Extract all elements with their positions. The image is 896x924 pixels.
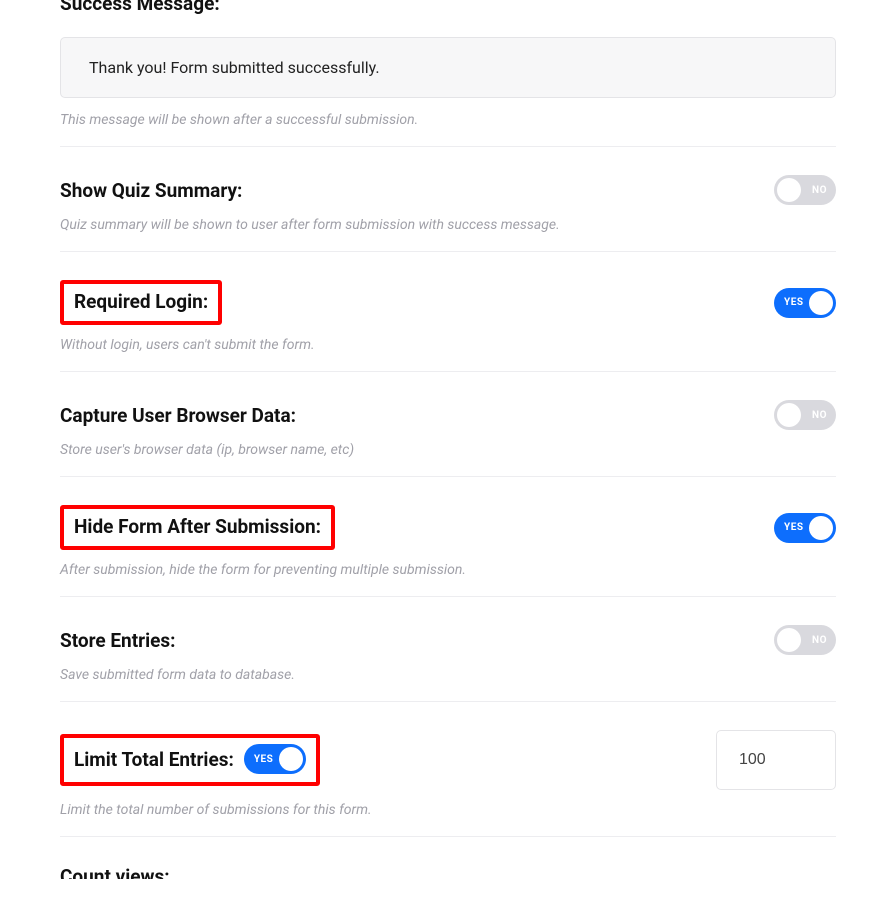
capture-browser-label: Capture User Browser Data: — [60, 404, 296, 427]
limit-entries-toggle[interactable]: YES — [244, 744, 306, 774]
toggle-knob — [809, 291, 833, 315]
required-login-row: Required Login: YES Without login, users… — [60, 252, 836, 372]
toggle-text: NO — [812, 635, 827, 646]
toggle-text: YES — [254, 754, 273, 765]
store-entries-help: Save submitted form data to database. — [60, 667, 836, 683]
toggle-knob — [777, 403, 801, 427]
limit-entries-help: Limit the total number of submissions fo… — [60, 802, 836, 818]
limit-entries-row: Limit Total Entries: YES Limit the total… — [60, 702, 836, 837]
quiz-summary-help: Quiz summary will be shown to user after… — [60, 217, 836, 233]
toggle-text: NO — [812, 185, 827, 196]
capture-browser-help: Store user's browser data (ip, browser n… — [60, 442, 836, 458]
capture-browser-toggle[interactable]: NO — [774, 400, 836, 430]
limit-entries-input[interactable] — [716, 730, 836, 790]
hide-form-highlight: Hide Form After Submission: — [60, 505, 335, 550]
toggle-text: NO — [812, 410, 827, 421]
limit-entries-highlight: Limit Total Entries: YES — [60, 734, 320, 786]
toggle-text: YES — [784, 522, 803, 533]
limit-entries-label: Limit Total Entries: — [74, 748, 234, 771]
toggle-knob — [279, 747, 303, 771]
divider — [60, 836, 836, 837]
hide-form-help: After submission, hide the form for prev… — [60, 562, 836, 578]
store-entries-toggle[interactable]: NO — [774, 625, 836, 655]
hide-form-toggle[interactable]: YES — [774, 513, 836, 543]
required-login-label: Required Login: — [74, 290, 208, 313]
hide-form-row: Hide Form After Submission: YES After su… — [60, 477, 836, 597]
store-entries-label: Store Entries: — [60, 629, 176, 652]
capture-browser-row: Capture User Browser Data: NO Store user… — [60, 372, 836, 477]
toggle-text: YES — [784, 297, 803, 308]
success-message-input[interactable]: Thank you! Form submitted successfully. — [60, 37, 836, 98]
toggle-knob — [777, 628, 801, 652]
quiz-summary-label: Show Quiz Summary: — [60, 179, 242, 202]
required-login-toggle[interactable]: YES — [774, 288, 836, 318]
quiz-summary-row: Show Quiz Summary: NO Quiz summary will … — [60, 147, 836, 252]
success-message-title: Success Message: — [60, 0, 836, 15]
hide-form-label: Hide Form After Submission: — [74, 515, 321, 538]
toggle-knob — [809, 516, 833, 540]
required-login-highlight: Required Login: — [60, 280, 222, 325]
quiz-summary-toggle[interactable]: NO — [774, 175, 836, 205]
success-message-help: This message will be shown after a succe… — [60, 112, 836, 128]
count-views-label: Count views: — [60, 865, 836, 879]
required-login-help: Without login, users can't submit the fo… — [60, 337, 836, 353]
toggle-knob — [777, 178, 801, 202]
store-entries-row: Store Entries: NO Save submitted form da… — [60, 597, 836, 702]
